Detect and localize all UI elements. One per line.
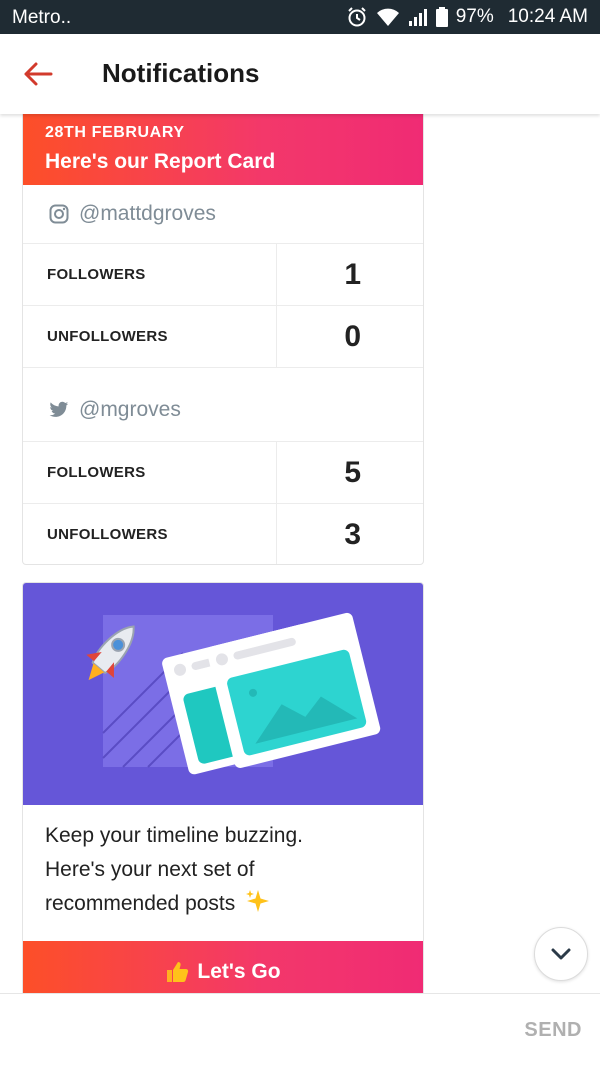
send-button[interactable]: SEND	[524, 1019, 582, 1042]
sparkles-icon	[246, 890, 270, 912]
stat-value: 0	[344, 319, 361, 353]
promo-illustration	[23, 583, 423, 805]
stat-value: 3	[344, 517, 361, 551]
promo-line: Here's your next set of	[45, 858, 255, 881]
account-row-twitter: @mgroves	[23, 379, 423, 441]
report-card-header: 28TH FEBRUARY Here's our Report Card	[23, 114, 423, 185]
status-icons: 97% 10:24 AM	[346, 6, 588, 28]
wifi-icon	[376, 8, 399, 26]
stat-label: FOLLOWERS	[23, 442, 277, 503]
account-handle: @mgroves	[79, 398, 181, 421]
page-title: Notifications	[102, 58, 260, 88]
alarm-icon	[347, 7, 366, 27]
stat-label: UNFOLLOWERS	[23, 306, 277, 367]
thumbs-up-icon	[167, 962, 189, 982]
instagram-icon	[49, 204, 69, 224]
stat-row: UNFOLLOWERS 0	[23, 305, 423, 367]
composer-bar: SEND	[0, 993, 600, 1067]
signal-icon	[408, 9, 427, 26]
report-headline: Here's our Report Card	[45, 150, 276, 173]
posts-illustration	[86, 612, 381, 775]
promo-message: Keep your timeline buzzing. Here's your …	[23, 805, 423, 921]
promo-line: Keep your timeline buzzing.	[45, 824, 303, 847]
stat-value: 1	[344, 257, 361, 291]
report-card: 28TH FEBRUARY Here's our Report Card @ma…	[22, 114, 424, 565]
battery-icon	[435, 7, 448, 27]
account-handle: @mattdgroves	[79, 202, 216, 225]
stat-row: FOLLOWERS 1	[23, 243, 423, 305]
carrier-name: Metro..	[12, 7, 72, 28]
app-bar: Notifications	[0, 34, 600, 114]
status-bar: Metro.. 97% 10:24 AM	[0, 0, 600, 34]
twitter-icon	[49, 401, 69, 417]
notifications-feed[interactable]: 28TH FEBRUARY Here's our Report Card @ma…	[0, 114, 600, 993]
account-row-instagram: @mattdgroves	[23, 185, 423, 243]
stat-label: FOLLOWERS	[23, 244, 277, 305]
stat-row: FOLLOWERS 5	[23, 441, 423, 503]
recommended-posts-card: Keep your timeline buzzing. Here's your …	[22, 582, 424, 993]
back-arrow-icon[interactable]	[22, 59, 54, 89]
promo-line-with-sparkle: recommended posts	[45, 887, 401, 921]
clock: 10:24 AM	[507, 6, 588, 27]
promo-line: recommended posts	[45, 892, 236, 915]
stat-label: UNFOLLOWERS	[23, 504, 277, 564]
cta-label: Let's Go	[197, 960, 281, 983]
battery-percent: 97%	[455, 6, 494, 27]
chevron-down-icon	[551, 948, 571, 960]
stat-row: UNFOLLOWERS 3	[23, 503, 423, 564]
report-date: 28TH FEBRUARY	[45, 124, 185, 141]
section-divider	[23, 367, 423, 379]
scroll-down-button[interactable]	[534, 927, 588, 981]
stat-value: 5	[344, 455, 361, 489]
lets-go-button[interactable]: Let's Go	[23, 941, 423, 993]
